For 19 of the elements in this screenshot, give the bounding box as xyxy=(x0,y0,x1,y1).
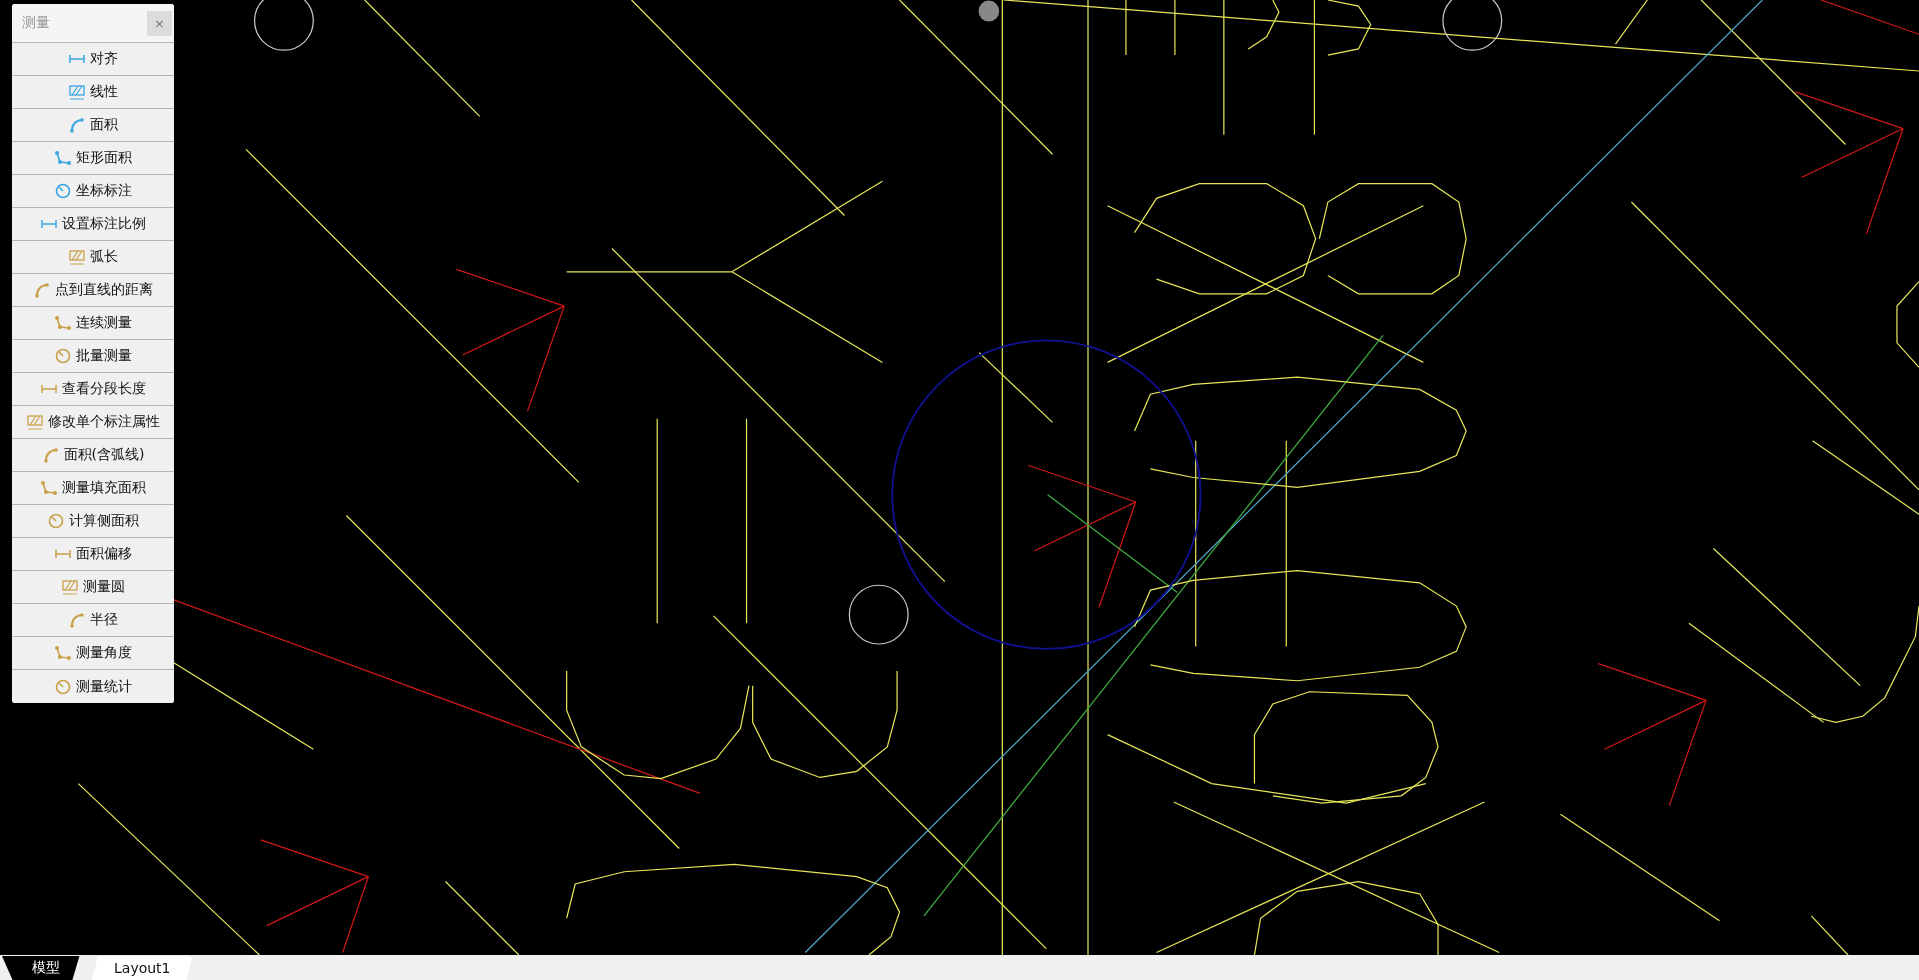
hatched-area-icon xyxy=(26,413,44,431)
arc-icon xyxy=(33,281,51,299)
dotted-path-icon xyxy=(40,479,58,497)
dotted-path-icon xyxy=(54,314,72,332)
palette-title: 测量 xyxy=(22,14,50,32)
circle-icon xyxy=(47,512,65,530)
hatched-area-icon xyxy=(61,578,79,596)
arc-icon xyxy=(41,446,60,464)
layout-tab[interactable]: Layout1 xyxy=(92,956,193,980)
circle-icon xyxy=(54,347,72,365)
hatched-area-icon xyxy=(68,248,86,266)
close-button[interactable]: × xyxy=(147,10,172,36)
arc-icon xyxy=(68,611,86,629)
circle-icon xyxy=(54,677,72,696)
dotted-path-icon xyxy=(54,644,72,662)
circle-icon xyxy=(54,182,72,200)
dotted-path-icon xyxy=(54,149,72,167)
hatched-area-icon xyxy=(68,83,86,101)
arc-icon xyxy=(68,116,86,134)
